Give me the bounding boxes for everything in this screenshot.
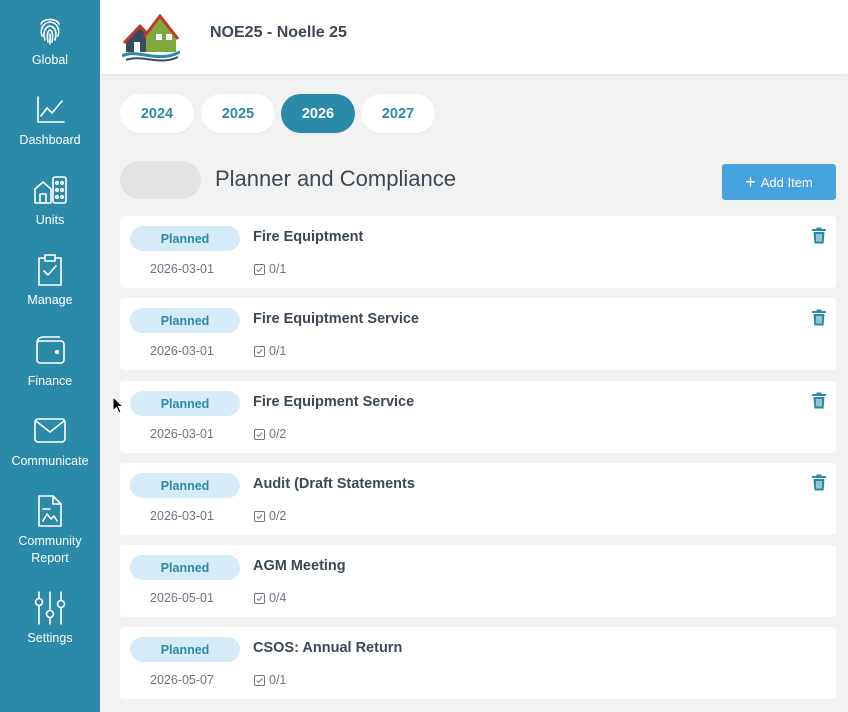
planner-item-card[interactable]: Planned CSOS: Annual Return 2026-05-07 0/1 [120,627,836,699]
wallet-icon [36,336,65,364]
nav-global[interactable]: Global [0,12,100,69]
item-title: AGM Meeting [253,558,346,574]
loading-placeholder [120,161,201,199]
progress-text: 0/1 [269,262,287,276]
clipboard-check-icon [38,254,62,286]
status-badge: Planned [130,637,240,662]
nav-label: Manage [27,293,73,307]
item-title: Fire Equiptment [253,229,364,245]
planner-item-card[interactable]: Planned Audit (Draft Statements 2026-03-01… [120,463,836,535]
add-item-label: Add Item [760,174,813,190]
logo-icon [122,14,180,62]
fingerprint-icon [40,18,60,45]
checklist-progress: 0/4 [254,591,286,605]
status-badge: Planned [130,391,240,416]
item-title: Audit (Draft Statements [253,476,415,492]
status-badge: Planned [130,473,240,498]
item-title: CSOS: Annual Return [253,640,403,656]
trash-icon[interactable] [811,227,827,244]
planner-item-card[interactable]: Planned Fire Equiptment 2026-03-01 0/1 [120,216,836,288]
item-title: Fire Equipment Service [253,394,415,410]
nav-communicate[interactable]: Communicate [0,413,100,470]
nav-label: Settings [27,631,73,645]
item-date: 2026-05-01 [150,591,214,605]
tab-year-2026[interactable]: 2026 [281,94,355,133]
tab-year-2024[interactable]: 2024 [120,94,194,133]
report-icon [38,495,62,527]
checklist-progress: 0/2 [254,509,286,523]
buildings-icon [34,176,67,204]
planner-item-card[interactable]: Planned AGM Meeting 2026-05-01 0/4 [120,545,836,617]
progress-text: 0/1 [269,344,287,358]
status-badge: Planned [130,226,240,251]
nav-dashboard[interactable]: Dashboard [0,92,100,149]
checkbox-icon [254,263,265,275]
item-date: 2026-05-07 [150,673,214,687]
planner-item-card[interactable]: Planned Fire Equiptment Service 2026-03-01… [120,298,836,370]
nav-finance[interactable]: Finance [0,333,100,390]
add-item-button[interactable]: + Add Item [722,164,836,200]
mouse-cursor-icon [112,396,124,414]
nav-units[interactable]: Units [0,172,100,229]
checklist-progress: 0/1 [254,262,286,276]
planner-item-card[interactable]: Planned Fire Equipment Service 2026-03-01 0… [120,381,836,453]
sliders-icon [34,591,66,625]
item-date: 2026-03-01 [150,509,214,523]
item-title: Fire Equiptment Service [253,311,419,327]
checkbox-icon [254,592,265,604]
checklist-progress: 0/1 [254,344,286,358]
trash-icon[interactable] [811,474,827,491]
item-date: 2026-03-01 [150,344,214,358]
header: NOE25 - Noelle 25 [100,0,848,74]
checkbox-icon [254,345,265,357]
status-badge: Planned [130,308,240,333]
nav-community-report[interactable]: Community Report [0,493,100,567]
checkbox-icon [254,674,265,686]
section-title: Planner and Compliance [215,166,456,191]
tab-year-2027[interactable]: 2027 [361,94,435,133]
nav-label: Global [31,53,69,67]
plus-icon: + [745,172,756,192]
status-badge: Planned [130,555,240,580]
envelope-icon [34,418,66,443]
checklist-progress: 0/2 [254,427,286,441]
sidebar: Global Dashboard Units Manage Finance Co… [0,0,100,712]
nav-manage[interactable]: Manage [0,252,100,309]
checkbox-icon [254,510,265,522]
checklist-progress: 0/1 [254,673,286,687]
item-date: 2026-03-01 [150,427,214,441]
nav-label: Communicate [11,454,89,468]
nav-label: Units [35,213,65,227]
item-date: 2026-03-01 [150,262,214,276]
page-title: NOE25 - Noelle 25 [210,24,347,41]
nav-label: Dashboard [19,133,81,147]
progress-text: 0/4 [269,591,287,605]
nav-settings[interactable]: Settings [0,590,100,647]
checkbox-icon [254,428,265,440]
progress-text: 0/1 [269,673,287,687]
nav-label: Finance [27,374,73,388]
trash-icon[interactable] [811,309,827,326]
tab-year-2025[interactable]: 2025 [201,94,275,133]
trash-icon[interactable] [811,392,827,409]
progress-text: 0/2 [269,427,287,441]
chart-line-icon [37,96,65,123]
nav-label: Community Report [18,534,82,565]
progress-text: 0/2 [269,509,287,523]
